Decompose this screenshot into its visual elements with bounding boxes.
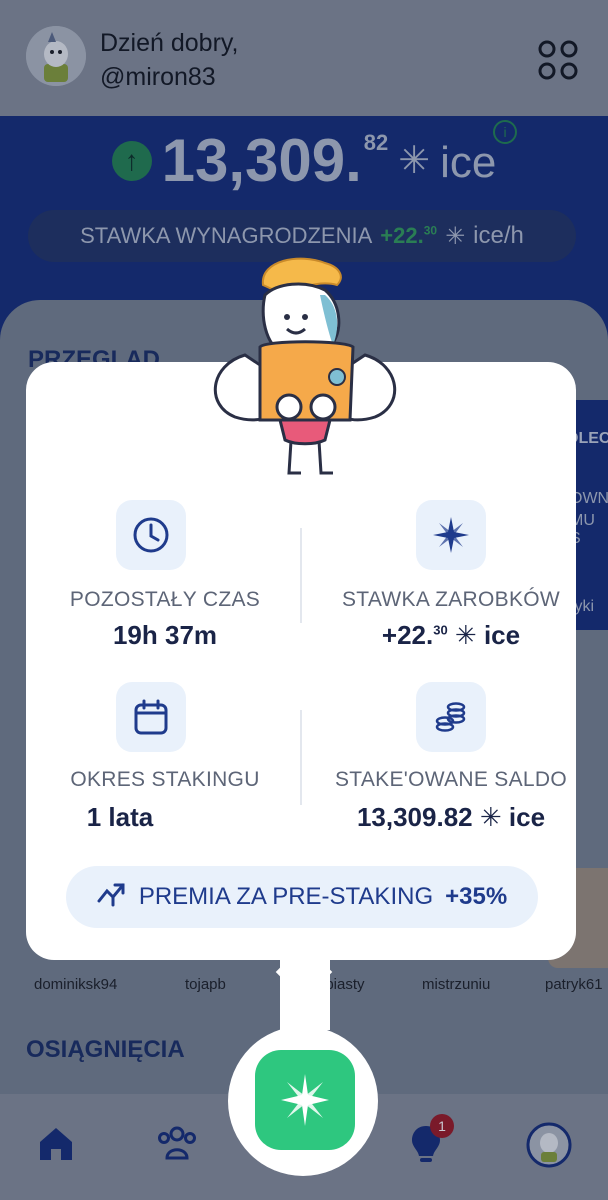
rate-unit: ice/h (473, 222, 524, 249)
user-name[interactable]: dominiksk94 (34, 976, 117, 993)
mascot-illustration (205, 255, 405, 480)
user-avatar[interactable] (26, 26, 86, 86)
team-icon[interactable] (155, 1122, 199, 1166)
bonus-value: +35% (445, 883, 508, 910)
greeting-text: Dzień dobry, @miron83 (100, 26, 239, 94)
profile-avatar-icon[interactable] (526, 1122, 572, 1168)
calendar-icon-box (116, 682, 186, 752)
staking-fab-button[interactable] (255, 1050, 355, 1150)
balance-decimals: 82 (363, 130, 389, 155)
rate-value: +22.30 (380, 223, 438, 248)
balance-display: ↑ 13,309. 82 ✳ ice (0, 128, 608, 198)
staked-balance-value: 13,309.82 ✳ ice (356, 802, 546, 832)
arrow-up-icon: ↑ (111, 141, 152, 181)
notification-badge: 1 (430, 1114, 454, 1138)
user-name[interactable]: mistrzuniu (422, 976, 490, 993)
popup-stem (280, 960, 330, 1030)
coins-icon-box (416, 682, 486, 752)
staking-period-value: 1 lata (86, 802, 154, 832)
pre-staking-bonus-pill: PREMIA ZA PRE-STAKING +35% (66, 866, 538, 928)
achievements-title: OSIĄGNIĘCIA (26, 1036, 185, 1063)
earning-rate-label: STAWKA ZAROBKÓW (341, 588, 561, 611)
ice-star-icon: ✳ (454, 620, 477, 650)
ice-star-icon (433, 517, 469, 553)
ice-star-icon-box (416, 500, 486, 570)
user-name[interactable]: patryk61 (545, 976, 603, 993)
remaining-time-value: 19h 37m (112, 620, 218, 650)
coins-icon (435, 702, 466, 732)
staking-period-label: OKRES STAKINGU (70, 768, 260, 791)
grid-menu-icon[interactable] (536, 38, 580, 82)
divider (300, 528, 302, 623)
trend-up-icon (97, 881, 127, 914)
app-header (0, 0, 608, 116)
ice-star-icon (281, 1074, 329, 1126)
staked-balance-label: STAKE'OWANE SALDO (335, 768, 567, 791)
rate-label: STAWKA WYNAGRODZENIA (80, 223, 373, 248)
user-name[interactable]: tojapb (185, 976, 226, 993)
greeting-label: Dzień dobry, (100, 29, 239, 57)
info-icon[interactable]: i (493, 120, 517, 144)
clock-icon-box (116, 500, 186, 570)
remaining-time-label: POZOSTAŁY CZAS (69, 588, 261, 611)
balance-value: 13,309. (161, 127, 362, 194)
clock-icon (133, 517, 169, 553)
ice-star-icon: ✳ (398, 140, 431, 182)
bonus-label: PREMIA ZA PRE-STAKING (138, 883, 434, 910)
balance-unit: ice (440, 138, 497, 187)
earning-rate-value: +22.30 ✳ ice (381, 620, 521, 650)
ice-star-icon: ✳ (479, 802, 502, 832)
divider (300, 710, 302, 805)
home-icon[interactable] (34, 1122, 78, 1166)
calendar-icon (134, 699, 168, 735)
ice-star-icon: ✳ (445, 222, 466, 250)
username-label: @miron83 (100, 63, 216, 91)
